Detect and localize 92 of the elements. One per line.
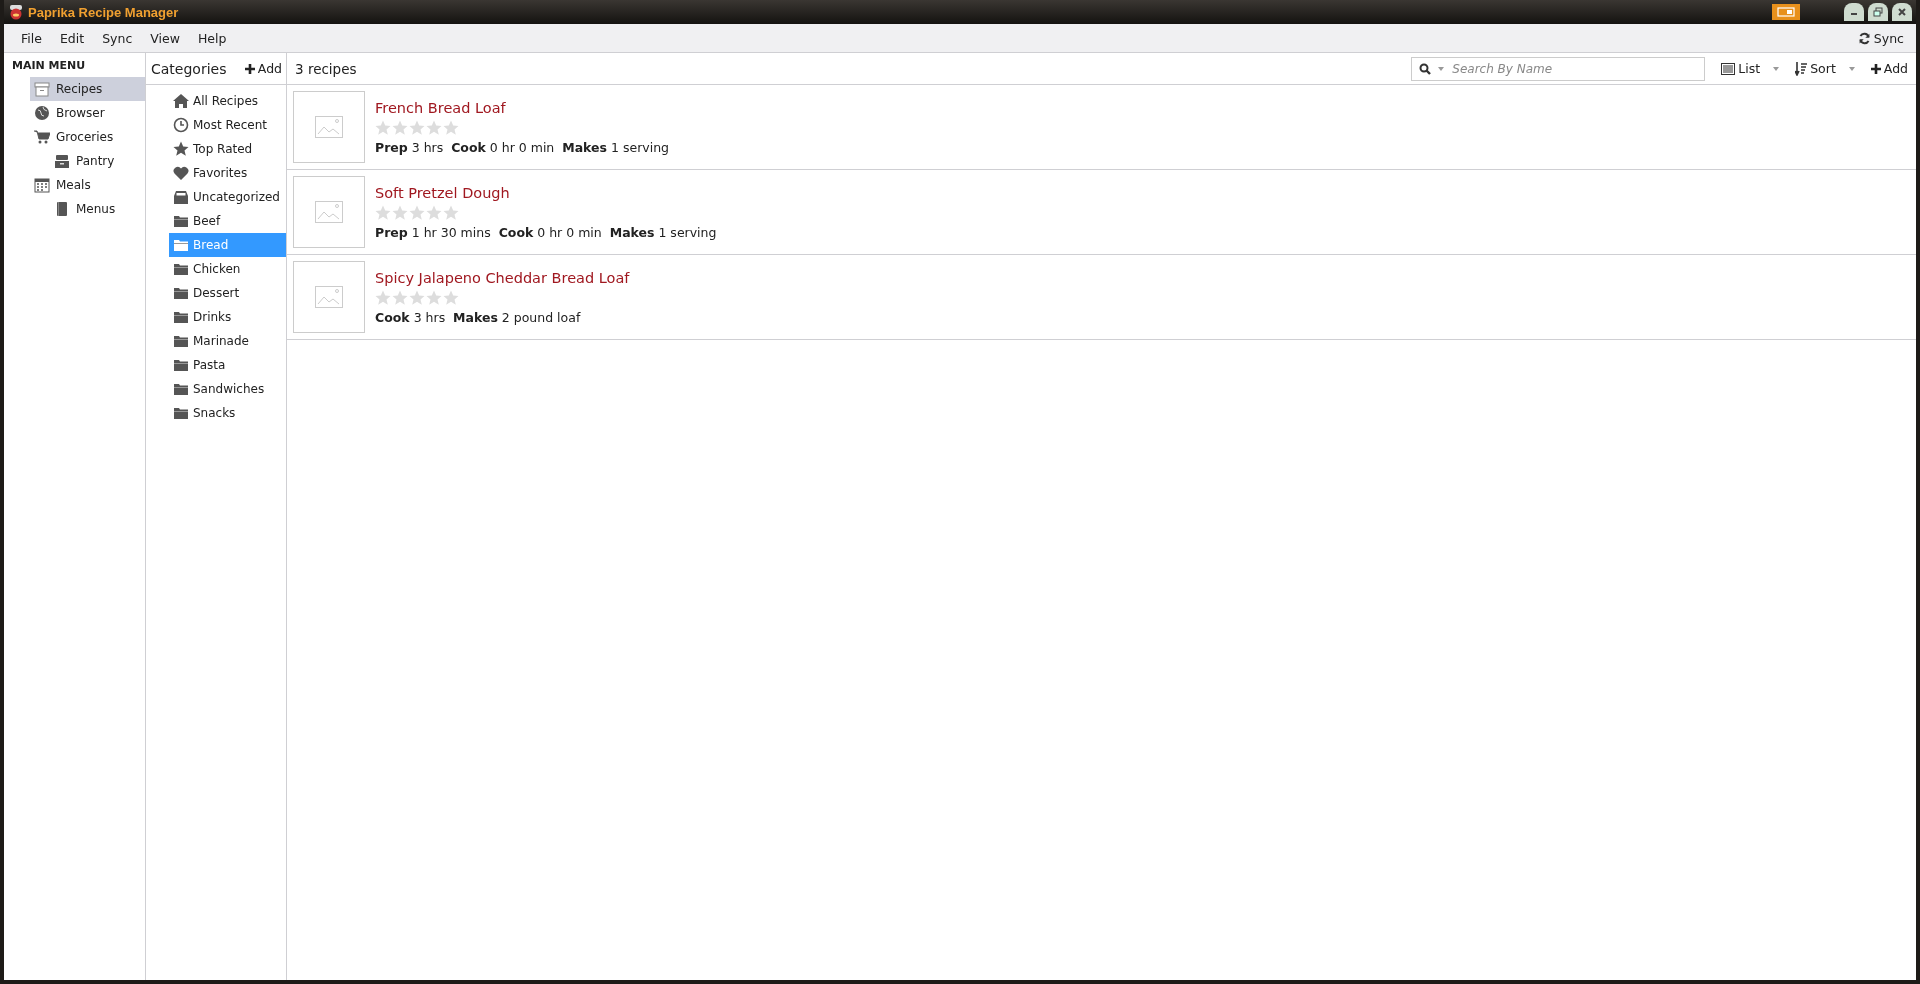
- nav-item[interactable]: Pantry: [50, 149, 145, 173]
- image-placeholder-icon: [315, 116, 343, 138]
- window-title: Paprika Recipe Manager: [28, 4, 179, 20]
- house-icon: [173, 93, 189, 109]
- add-recipe-button[interactable]: Add: [1866, 59, 1912, 78]
- sync-icon: [1857, 31, 1871, 45]
- close-button[interactable]: [1892, 3, 1912, 21]
- star-icon: [392, 289, 408, 306]
- star-icon: [375, 119, 391, 136]
- star-icon: [443, 204, 459, 221]
- nav-item[interactable]: Recipes: [30, 77, 145, 101]
- list-icon: [1721, 62, 1736, 75]
- menu-item[interactable]: File: [12, 26, 51, 50]
- restore-icon: [1873, 7, 1883, 17]
- search-icon[interactable]: [1419, 62, 1432, 75]
- caret-icon: [1848, 66, 1855, 71]
- folder-icon: [173, 285, 189, 301]
- nav-item[interactable]: Meals: [30, 173, 145, 197]
- star-icon: [443, 289, 459, 306]
- recipe-count: 3 recipes: [295, 60, 357, 77]
- category-item[interactable]: Snacks: [169, 401, 286, 425]
- caret-icon: [1773, 66, 1780, 71]
- star-icon: [392, 119, 408, 136]
- panel-heading: Categories: [151, 60, 227, 77]
- star-icon: [375, 204, 391, 221]
- menu-item[interactable]: Sync: [93, 26, 142, 50]
- star-rating[interactable]: [375, 204, 459, 221]
- star-icon: [426, 204, 442, 221]
- star-rating[interactable]: [375, 289, 459, 306]
- add-category-button[interactable]: Add: [240, 59, 286, 78]
- folder-icon: [173, 237, 189, 253]
- star-icon: [426, 119, 442, 136]
- nav-item[interactable]: Menus: [50, 197, 145, 221]
- star-icon: [375, 289, 391, 306]
- minimize-button[interactable]: [1844, 3, 1864, 21]
- chef-logo-icon: [8, 4, 24, 20]
- plus-icon: [1870, 63, 1881, 74]
- image-placeholder-icon: [315, 286, 343, 308]
- star-icon: [409, 204, 425, 221]
- star-icon: [426, 289, 442, 306]
- category-item[interactable]: Favorites: [169, 161, 286, 185]
- clock-icon: [173, 117, 189, 133]
- category-item[interactable]: Drinks: [169, 305, 286, 329]
- section-heading: MAIN MENU: [11, 59, 87, 74]
- image-placeholder-icon: [315, 201, 343, 223]
- category-item[interactable]: Dessert: [169, 281, 286, 305]
- restore-button[interactable]: [1868, 3, 1888, 21]
- folder-icon: [173, 261, 189, 277]
- menu-item[interactable]: Edit: [50, 26, 94, 50]
- star-icon: [173, 141, 189, 157]
- sync-button[interactable]: Sync: [1853, 28, 1908, 48]
- recipe-details: Prep 3 hrs Cook 0 hr 0 min Makes 1 serving: [375, 139, 669, 155]
- sort-icon: [1795, 61, 1808, 76]
- recipe-details: Prep 1 hr 30 mins Cook 0 hr 0 min Makes 1 serving: [375, 224, 717, 240]
- recipe-details: Cook 3 hrs Makes 2 pound loaf: [375, 309, 581, 325]
- category-item[interactable]: Top Rated: [169, 137, 286, 161]
- category-item[interactable]: Beef: [169, 209, 286, 233]
- folder-icon: [173, 357, 189, 373]
- recipe-title[interactable]: French Bread Loaf: [375, 99, 506, 116]
- category-item[interactable]: Uncategorized: [169, 185, 286, 209]
- star-icon: [409, 289, 425, 306]
- list-view-button[interactable]: List: [1717, 59, 1784, 78]
- folder-icon: [173, 213, 189, 229]
- recipe-title[interactable]: Soft Pretzel Dough: [375, 184, 510, 201]
- nav-item[interactable]: Groceries: [30, 125, 145, 149]
- star-icon: [409, 119, 425, 136]
- nav-item[interactable]: Browser: [30, 101, 145, 125]
- search-field[interactable]: Search By Name: [1411, 56, 1706, 81]
- star-icon: [392, 204, 408, 221]
- sort-button[interactable]: Sort: [1791, 59, 1859, 78]
- category-item[interactable]: Most Recent: [169, 113, 286, 137]
- tray-icon: [173, 189, 189, 205]
- heart-icon: [173, 165, 189, 181]
- category-item[interactable]: All Recipes: [169, 89, 286, 113]
- star-rating[interactable]: [375, 119, 459, 136]
- folder-icon: [173, 309, 189, 325]
- folder-icon: [173, 333, 189, 349]
- menu-item[interactable]: Help: [188, 26, 236, 50]
- category-item[interactable]: Pasta: [169, 353, 286, 377]
- recipe-title[interactable]: Spicy Jalapeno Cheddar Bread Loaf: [375, 269, 630, 286]
- window-toggle-icon[interactable]: [1772, 4, 1800, 20]
- category-item[interactable]: Sandwiches: [169, 377, 286, 401]
- menu-item[interactable]: View: [141, 26, 189, 50]
- close-icon: [1897, 7, 1907, 17]
- folder-icon: [173, 405, 189, 421]
- dropdown-caret-icon[interactable]: [1438, 66, 1445, 71]
- star-icon: [443, 119, 459, 136]
- plus-icon: [244, 63, 255, 74]
- groceries-icon: [34, 129, 50, 145]
- category-item[interactable]: Marinade: [169, 329, 286, 353]
- category-item[interactable]: Chicken: [169, 257, 286, 281]
- folder-icon: [173, 381, 189, 397]
